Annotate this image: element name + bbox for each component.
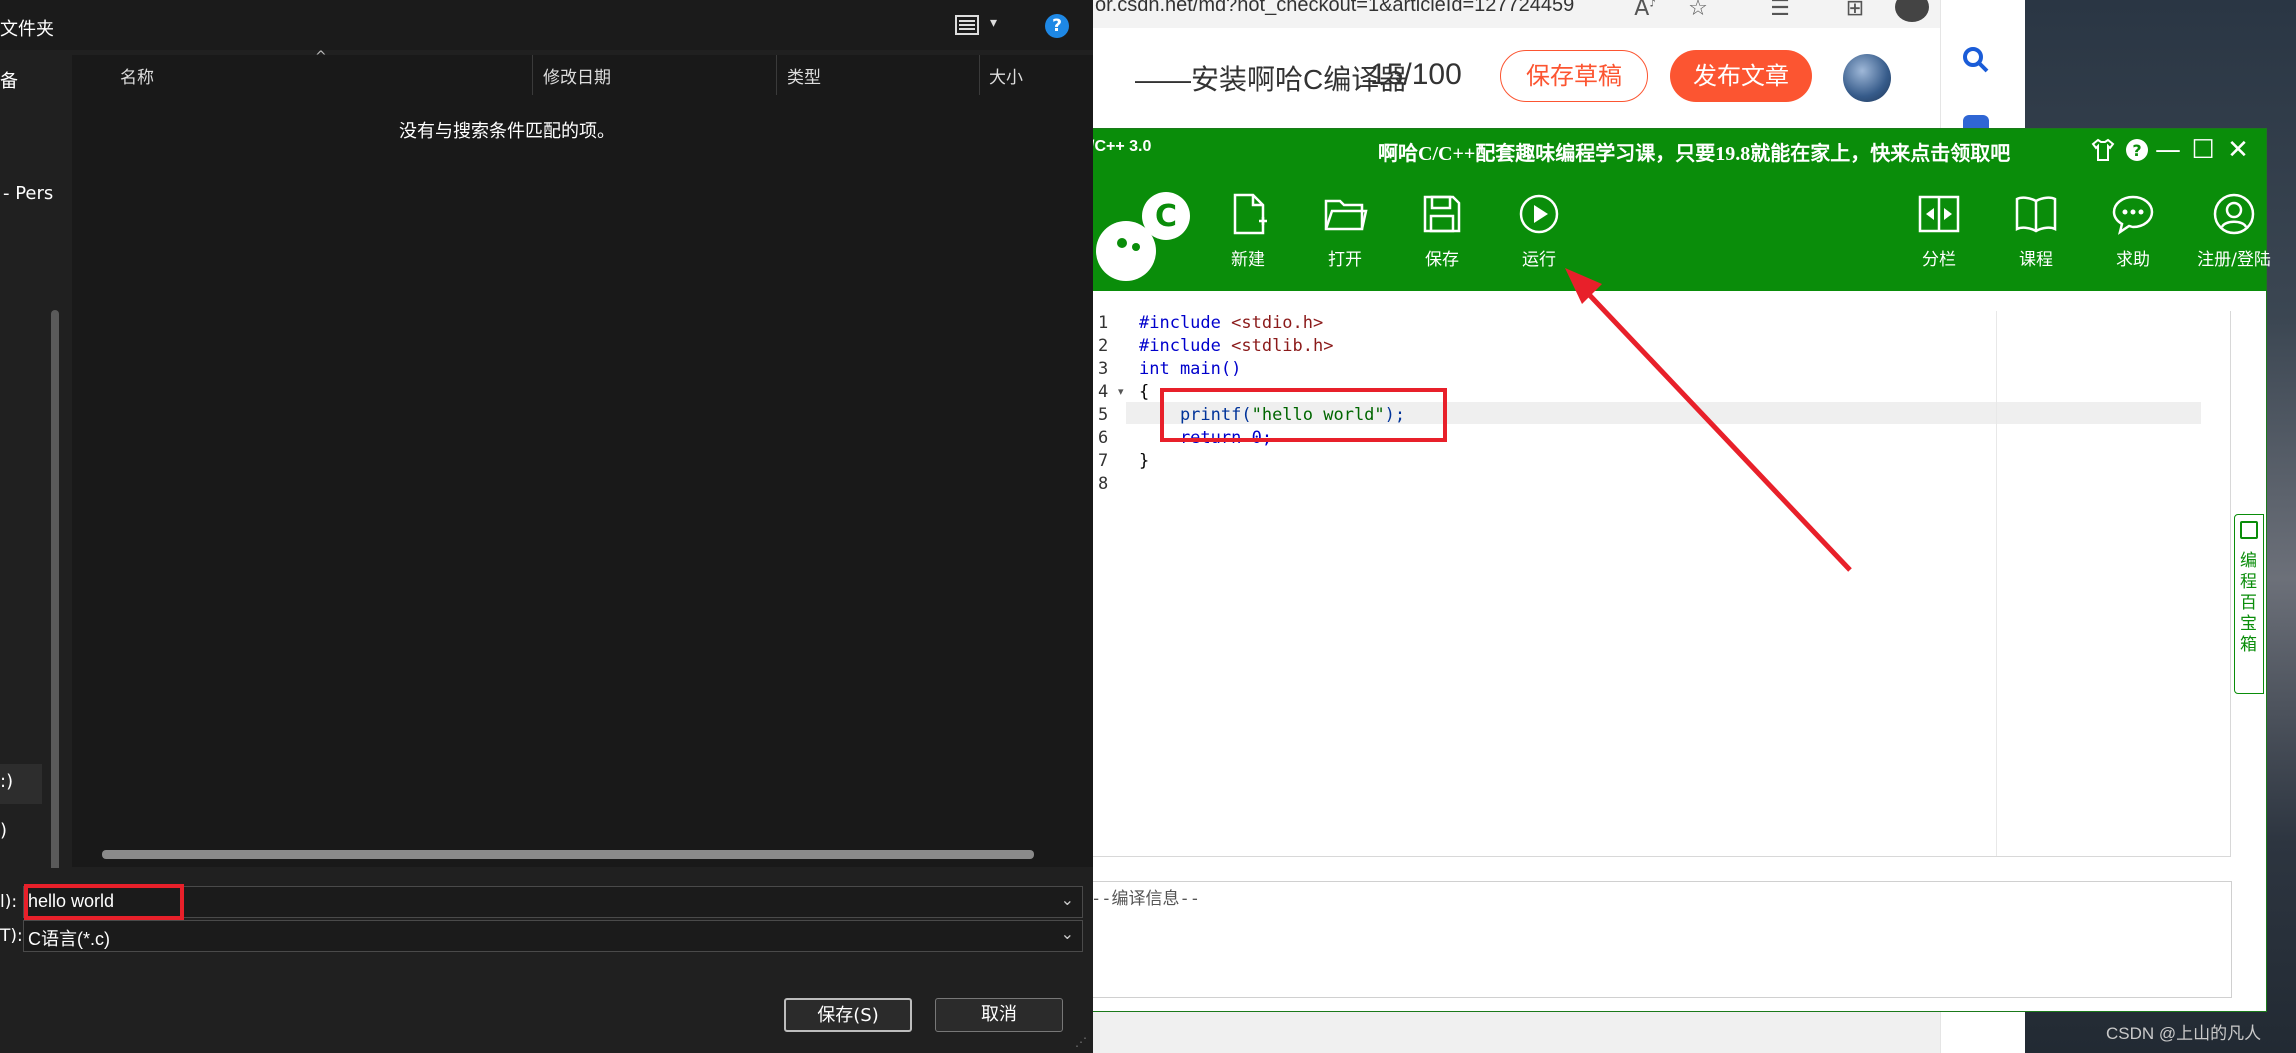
annotation-arrow	[1565, 268, 1852, 572]
csdn-watermark: CSDN @上山的凡人	[2106, 1024, 2262, 1043]
